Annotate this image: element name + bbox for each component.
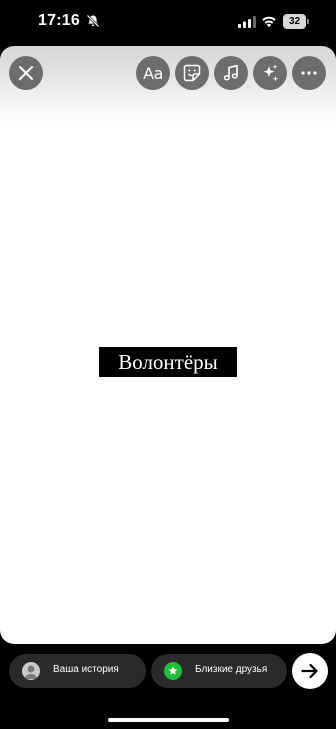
text-tool-label: Aa	[143, 63, 163, 83]
share-bar: Ваша история Близкие друзья	[0, 644, 336, 729]
close-friends-badge	[164, 662, 182, 680]
close-friends-button[interactable]: Близкие друзья	[151, 654, 287, 688]
text-tool-button[interactable]: Aa	[136, 56, 170, 90]
user-silhouette-icon	[24, 665, 38, 679]
story-canvas[interactable]: Aa Волонтёры	[0, 46, 336, 644]
music-button[interactable]	[214, 56, 248, 90]
status-bar: 17:16 32	[0, 0, 336, 44]
more-icon	[301, 71, 317, 75]
signal-icon	[238, 16, 256, 28]
star-icon	[168, 666, 178, 675]
sticker-button[interactable]	[175, 56, 209, 90]
sticker-icon	[183, 64, 201, 82]
next-button[interactable]	[292, 653, 328, 689]
bell-slash-icon	[86, 14, 100, 28]
status-time: 17:16	[38, 12, 80, 29]
more-button[interactable]	[292, 56, 326, 90]
battery-level: 32	[283, 14, 306, 29]
close-icon	[19, 66, 33, 80]
home-indicator	[108, 718, 229, 722]
close-friends-label: Близкие друзья	[195, 664, 268, 675]
your-story-label: Ваша история	[53, 664, 119, 675]
music-icon	[223, 64, 238, 81]
avatar	[22, 662, 40, 680]
battery-cap	[307, 19, 309, 24]
battery-icon: 32	[283, 14, 310, 29]
wifi-icon	[262, 16, 276, 28]
effects-button[interactable]	[253, 56, 287, 90]
story-text-sticker[interactable]: Волонтёры	[99, 347, 237, 377]
arrow-right-icon	[301, 663, 318, 679]
sparkles-icon	[263, 64, 279, 82]
close-button[interactable]	[9, 56, 43, 90]
your-story-button[interactable]: Ваша история	[9, 654, 146, 688]
